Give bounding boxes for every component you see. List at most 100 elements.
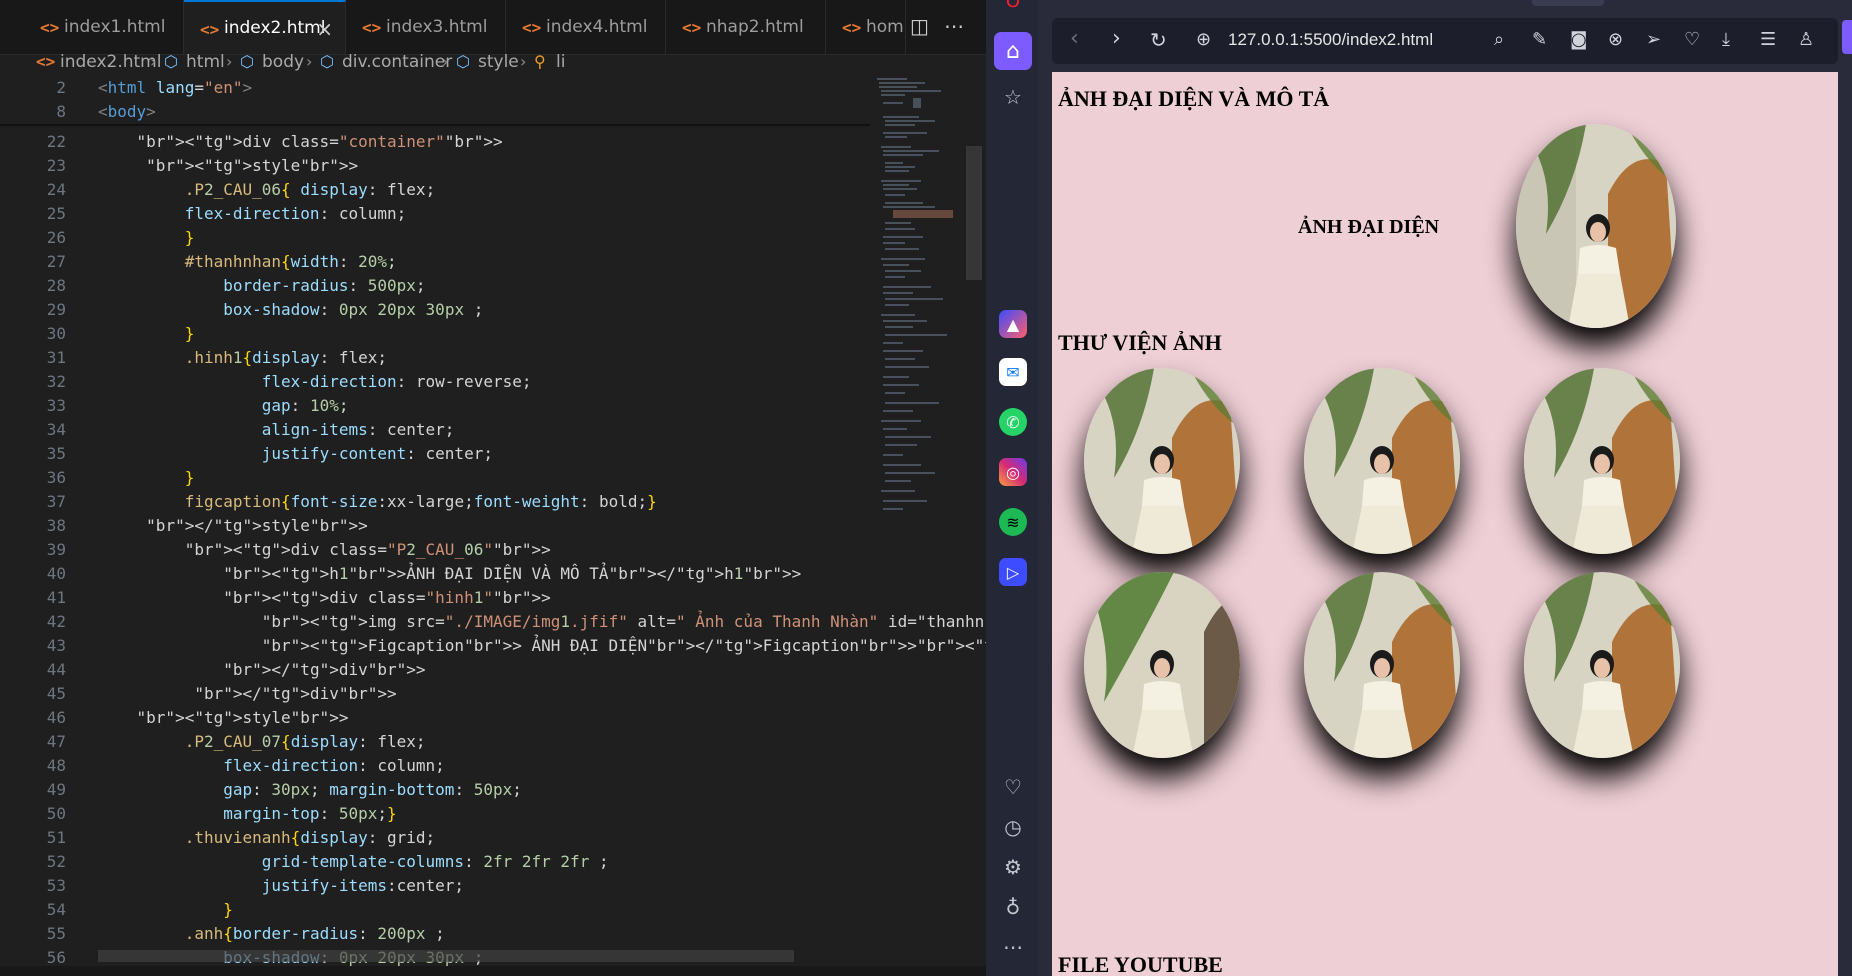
edit-icon[interactable]: ✎ [1532,29,1547,50]
line-number: 41 [46,588,66,607]
code-text: .thuvienanh{display: grid; [184,828,436,847]
code-line[interactable]: 51 .thuvienanh{display: grid; [0,826,875,850]
code-line[interactable]: 53 justify-items:center; [0,874,875,898]
code-line[interactable]: 33 gap: 10%; [0,394,875,418]
code-text: box-shadow: 0px 20px 30px ; [223,300,484,319]
code-text: gap: 10%; [261,396,349,415]
aria-icon[interactable]: ▲ [999,310,1027,338]
horizontal-scrollbar[interactable] [98,950,794,962]
breadcrumb-item[interactable]: body [262,52,304,72]
code-line[interactable]: 25 flex-direction: column; [0,202,875,226]
split-editor-icon[interactable]: ◫ [910,14,929,38]
code-line[interactable]: 24 .P2_CAU_06{ display: flex; [0,178,875,202]
code-line[interactable]: 30 } [0,322,875,346]
heart-icon[interactable]: ♡ [1000,774,1026,800]
whatsapp-icon[interactable]: ✆ [999,408,1027,436]
home-icon[interactable]: ⌂ [994,32,1032,70]
side-panel-button[interactable] [1842,20,1852,54]
spotify-icon[interactable]: ≋ [999,508,1027,536]
breadcrumb-item[interactable]: index2.html [60,52,161,72]
code-line[interactable]: 39 "br"><"tg">div class="P2_CAU_06""br">… [0,538,875,562]
menu-icon[interactable]: ☰ [1760,29,1776,50]
code-line[interactable]: 26 } [0,226,875,250]
tips-icon[interactable]: ♁ [1000,894,1026,920]
url-text[interactable]: 127.0.0.1:5500/index2.html [1228,30,1433,50]
reload-icon[interactable]: ↻ [1150,28,1167,52]
heart-icon[interactable]: ♡ [1684,29,1700,50]
sticky-line[interactable]: 8 <body> [0,100,875,124]
code-line[interactable]: 35 justify-content: center; [0,442,875,466]
tab-index4[interactable]: <> index4.html [506,0,666,54]
code-text: "br"></"tg">div"br">> [223,660,426,679]
tab-label: index1.html [64,17,166,37]
active-tab-indicator[interactable] [1532,0,1604,6]
settings-icon[interactable]: ⚙ [1000,854,1026,880]
player-icon[interactable]: ▷ [999,558,1027,586]
code-line[interactable]: 32 flex-direction: row-reverse; [0,370,875,394]
adblock-icon[interactable]: ⊗ [1608,29,1623,50]
code-line[interactable]: 36 } [0,466,875,490]
code-line[interactable]: 31 .hinh1{display: flex; [0,346,875,370]
code-line[interactable]: 49 gap: 30px; margin-bottom: 50px; [0,778,875,802]
vertical-scrollbar[interactable] [966,146,982,280]
tab-index3[interactable]: <> index3.html [346,0,506,54]
history-icon[interactable]: ◷ [1000,814,1026,840]
code-line[interactable]: 40 "br"><"tg">h1"br">>ẢNH ĐẠI DIỆN VÀ MÔ… [0,562,875,586]
code-text: "br"><"tg">h1"br">>ẢNH ĐẠI DIỆN VÀ MÔ TẢ… [223,564,802,583]
code-line[interactable]: 28 border-radius: 500px; [0,274,875,298]
code-line[interactable]: 29 box-shadow: 0px 20px 30px ; [0,298,875,322]
code-line[interactable]: 41 "br"><"tg">div class="hinh1""br">> [0,586,875,610]
code-line[interactable]: 55 .anh{border-radius: 200px ; [0,922,875,946]
profile-icon[interactable]: ♙ [1798,29,1814,50]
code-line[interactable]: 46 "br"><"tg">style"br">> [0,706,875,730]
star-icon[interactable]: ☆ [1000,84,1026,110]
tab-nhap2[interactable]: <> nhap2.html [666,0,826,54]
code-line[interactable]: 50 margin-top: 50px;} [0,802,875,826]
breadcrumb-item[interactable]: div.container [342,52,452,72]
send-icon[interactable]: ➢ [1646,29,1661,50]
messenger-icon[interactable]: ✉ [999,358,1027,386]
code-line[interactable]: 23 "br"><"tg">style"br">> [0,154,875,178]
more-icon[interactable]: ⋯ [1000,934,1026,960]
tab-home[interactable]: <> hom [826,0,906,54]
line-number: 53 [46,876,66,895]
camera-icon[interactable]: ◙ [1570,29,1587,50]
download-icon[interactable]: ⤓ [1722,29,1730,50]
more-actions-icon[interactable]: ⋯ [944,14,964,38]
back-icon[interactable]: ‹ [1070,26,1079,51]
code-line[interactable]: 54 } [0,898,875,922]
code-text: .hinh1{display: flex; [184,348,388,367]
tab-index2[interactable]: <> index2.html × [184,0,346,54]
code-line[interactable]: 42 "br"><"tg">img src="./IMAGE/img1.jfif… [0,610,985,634]
breadcrumb-item[interactable]: style [478,52,519,72]
code-line[interactable]: 38 "br"></"tg">style"br">> [0,514,875,538]
code-line[interactable]: 45 "br"></"tg">div"br">> [0,682,875,706]
code-line[interactable]: 22 "br"><"tg">div class="container""br">… [0,130,875,154]
sticky-line[interactable]: 2 <html lang="en"> [0,76,875,100]
search-icon[interactable]: ⌕ [1494,29,1504,50]
element-icon: ⬡ [240,52,254,71]
line-number: 24 [46,180,66,199]
property-icon: ⚲ [534,52,546,71]
forward-icon[interactable]: › [1112,26,1121,51]
breadcrumb-item[interactable]: li [556,52,565,72]
line-number: 33 [46,396,66,415]
code-line[interactable]: 37 figcaption{font-size:xx-large;font-we… [0,490,875,514]
code-line[interactable]: 48 flex-direction: column; [0,754,875,778]
tab-index1[interactable]: <> index1.html [24,0,184,54]
code-line[interactable]: 34 align-items: center; [0,418,875,442]
address-bar[interactable] [1052,18,1838,64]
code-line[interactable]: 47 .P2_CAU_07{display: flex; [0,730,875,754]
code-line[interactable]: 44 "br"></"tg">div"br">> [0,658,875,682]
code-line[interactable]: 43 "br"><"tg">Figcaption"br">> ẢNH ĐẠI D… [0,634,1100,658]
minimap[interactable] [873,76,965,516]
line-number: 49 [46,780,66,799]
instagram-icon[interactable]: ◎ [999,458,1027,486]
code-line[interactable]: 27 #thanhnhan{width: 20%; [0,250,875,274]
opera-logo-icon[interactable]: O [1002,0,1024,12]
code-line[interactable]: 52 grid-template-columns: 2fr 2fr 2fr ; [0,850,875,874]
breadcrumb-item[interactable]: html [186,52,225,72]
chevron-right-icon: › [520,52,527,71]
line-number: 47 [46,732,66,751]
close-icon[interactable]: × [316,17,333,41]
